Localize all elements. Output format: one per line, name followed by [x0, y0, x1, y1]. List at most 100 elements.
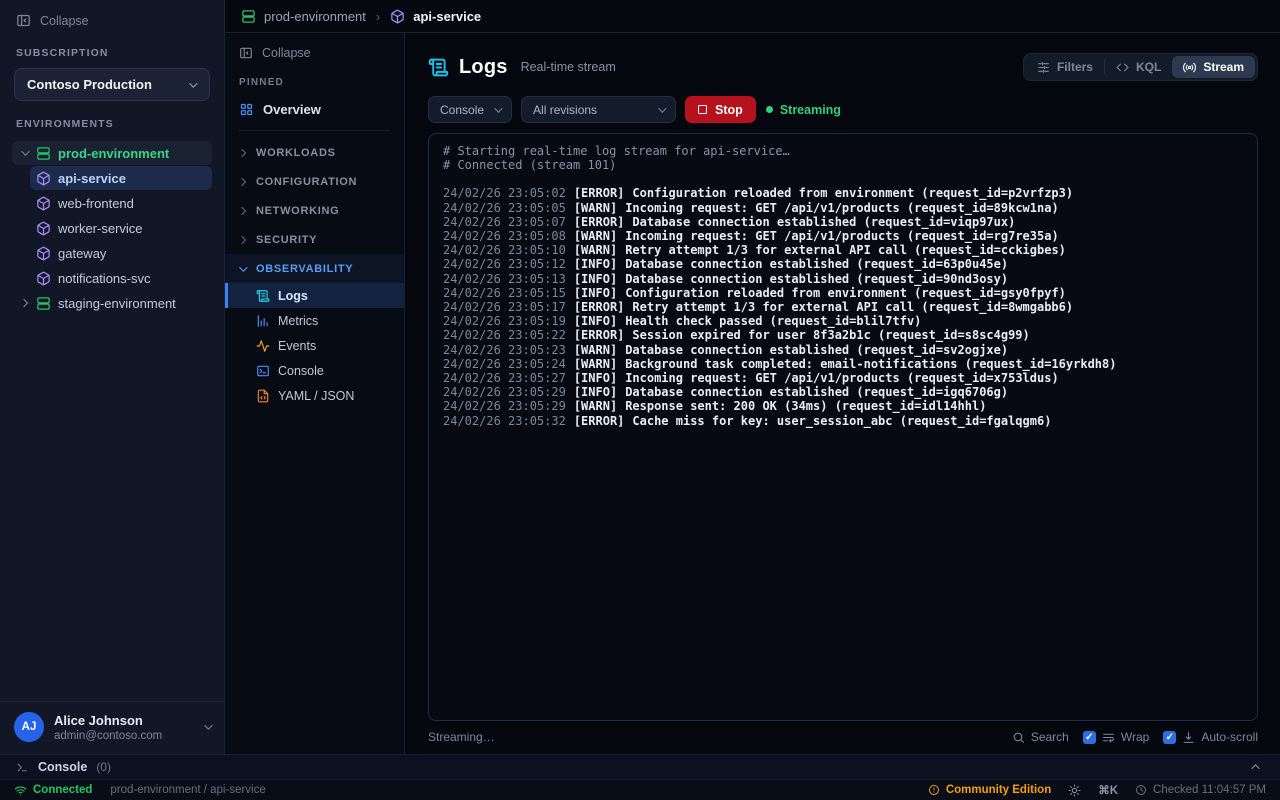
log-timestamp: 24/02/26 23:05:22	[443, 328, 566, 342]
log-level-tag: [ERROR]	[574, 186, 625, 200]
section-workloads[interactable]: WORKLOADS	[225, 138, 404, 167]
log-timestamp: 24/02/26 23:05:29	[443, 399, 566, 413]
search-icon	[1012, 731, 1025, 744]
revisions-select[interactable]: All revisions	[521, 96, 676, 123]
sidebar-item-events[interactable]: Events	[225, 333, 404, 358]
log-entries: 24/02/26 23:05:02[ERROR]Configuration re…	[443, 186, 1243, 427]
tree-item-web-frontend[interactable]: web-frontend	[30, 191, 212, 215]
log-timestamp: 24/02/26 23:05:32	[443, 414, 566, 428]
log-entry: 24/02/26 23:05:07[ERROR]Database connect…	[443, 215, 1243, 229]
log-timestamp: 24/02/26 23:05:07	[443, 215, 566, 229]
log-message: Configuration reloaded from environment …	[632, 186, 1073, 200]
subscription-select-value: Contoso Production	[27, 77, 152, 92]
log-message: Database connection established (request…	[625, 272, 1008, 286]
checkbox-checked-icon[interactable]	[1083, 731, 1096, 744]
log-level-tag: [INFO]	[574, 314, 617, 328]
chevron-down-icon	[204, 721, 212, 729]
clock-icon	[1135, 784, 1147, 796]
log-entry: 24/02/26 23:05:22 [ERROR] Session expired …	[443, 328, 1243, 342]
log-viewer[interactable]: # Starting real-time log stream for api-…	[428, 133, 1258, 721]
code-icon	[1116, 61, 1129, 74]
tree-item-label: worker-service	[58, 221, 143, 236]
kql-button[interactable]: KQL	[1104, 56, 1172, 78]
log-level-tag: [ERROR]	[574, 328, 625, 342]
sidebar-item-overview[interactable]: Overview	[225, 94, 404, 124]
user-name: Alice Johnson	[54, 713, 162, 728]
breadcrumb-environment[interactable]: prod-environment	[264, 9, 366, 24]
log-message: Retry attempt 1/3 for external API call …	[625, 243, 1066, 257]
log-footer-controls: Search Wrap	[1012, 730, 1258, 744]
section-observability[interactable]: OBSERVABILITY	[225, 254, 404, 283]
log-message: Session expired for user 8f3a2b1c (reque…	[632, 328, 1029, 342]
stream-button[interactable]: Stream	[1172, 56, 1255, 78]
subscription-select[interactable]: Contoso Production	[14, 68, 210, 101]
console-panel-bar[interactable]: Console (0)	[0, 754, 1280, 779]
status-bar: Connected prod-environment / api-service…	[0, 779, 1280, 800]
sidebar-item-console[interactable]: Console	[225, 358, 404, 383]
log-level-tag: [WARN]	[574, 357, 617, 371]
log-entry: 24/02/26 23:05:24[WARN]Background task c…	[443, 357, 1243, 371]
log-level-tag: [WARN]	[574, 201, 617, 215]
log-level-tag: [ERROR]	[574, 414, 625, 428]
log-timestamp: 24/02/26 23:05:29	[443, 385, 566, 399]
service-icon	[390, 9, 405, 24]
log-level-tag: [WARN]	[574, 243, 617, 257]
environment-tree: prod-environment api-service web-fronten…	[0, 140, 224, 316]
log-entry: 24/02/26 23:05:13[INFO]Database connecti…	[443, 272, 1243, 286]
sidebar-item-yaml-json[interactable]: YAML / JSON	[225, 383, 404, 408]
sidebar-item-label: Events	[278, 339, 316, 353]
autoscroll-toggle[interactable]: Auto-scroll	[1163, 730, 1258, 744]
chevron-right-icon	[239, 147, 247, 159]
app-window: Collapse SUBSCRIPTION Contoso Production…	[0, 0, 1280, 800]
tree-item-gateway[interactable]: gateway	[30, 241, 212, 265]
service-icon	[36, 271, 51, 286]
activity-icon	[256, 339, 270, 353]
log-level-tag: [INFO]	[574, 257, 617, 271]
service-sidebar-collapse-button[interactable]: Collapse	[225, 33, 404, 68]
tree-item-staging-environment[interactable]: staging-environment	[12, 291, 212, 315]
streaming-indicator: Streaming	[766, 103, 841, 117]
broadcast-icon	[1183, 61, 1196, 74]
log-entry: 24/02/26 23:05:19[INFO]Health check pass…	[443, 314, 1243, 328]
terminal-prompt-icon	[16, 761, 29, 774]
section-configuration[interactable]: CONFIGURATION	[225, 167, 404, 196]
theme-toggle-button[interactable]	[1068, 784, 1081, 797]
source-select[interactable]: Console	[428, 96, 512, 123]
environment-icon	[36, 146, 51, 161]
chevron-right-icon	[239, 176, 247, 188]
tree-item-worker-service[interactable]: worker-service	[30, 216, 212, 240]
primary-sidebar: Collapse SUBSCRIPTION Contoso Production…	[0, 0, 225, 754]
stop-button[interactable]: Stop	[685, 96, 756, 123]
service-icon	[36, 196, 51, 211]
log-comment-line: # Starting real-time log stream for api-…	[443, 144, 1243, 158]
bar-chart-icon	[256, 314, 270, 328]
context-path: prod-environment / api-service	[110, 784, 265, 796]
service-sidebar: Collapse PINNED Overview WORKLOADS	[225, 33, 405, 754]
log-level-tag: [ERROR]	[574, 215, 625, 229]
search-button[interactable]: Search	[1012, 730, 1069, 744]
breadcrumb-service[interactable]: api-service	[413, 9, 481, 24]
command-palette-shortcut[interactable]: ⌘K	[1098, 783, 1118, 797]
log-entry: 24/02/26 23:05:32[ERROR]Cache miss for k…	[443, 414, 1243, 428]
tree-item-api-service[interactable]: api-service	[30, 166, 212, 190]
sidebar-item-logs[interactable]: Logs	[225, 283, 404, 308]
log-entry: 24/02/26 23:05:08[WARN]Incoming request:…	[443, 229, 1243, 243]
subscription-section-label: SUBSCRIPTION	[16, 47, 208, 59]
wrap-toggle[interactable]: Wrap	[1083, 730, 1149, 744]
badge-icon	[928, 784, 940, 796]
user-menu[interactable]: AJ Alice Johnson admin@contoso.com	[0, 701, 224, 754]
chevron-down-icon	[658, 104, 666, 112]
section-security[interactable]: SECURITY	[225, 225, 404, 254]
page-subtitle: Real-time stream	[521, 60, 616, 74]
console-panel-label: Console	[38, 760, 87, 774]
section-networking[interactable]: NETWORKING	[225, 196, 404, 225]
chevron-up-icon[interactable]	[1251, 764, 1259, 772]
log-timestamp: 24/02/26 23:05:13	[443, 272, 566, 286]
tree-item-prod-environment[interactable]: prod-environment	[12, 141, 212, 165]
tree-item-notifications-svc[interactable]: notifications-svc	[30, 266, 212, 290]
checkbox-checked-icon[interactable]	[1163, 731, 1176, 744]
health-check-label: Checked 11:04:57 PM	[1153, 784, 1266, 796]
filters-button[interactable]: Filters	[1026, 56, 1104, 78]
sidebar-item-metrics[interactable]: Metrics	[225, 308, 404, 333]
sidebar-collapse-button[interactable]: Collapse	[0, 0, 224, 37]
